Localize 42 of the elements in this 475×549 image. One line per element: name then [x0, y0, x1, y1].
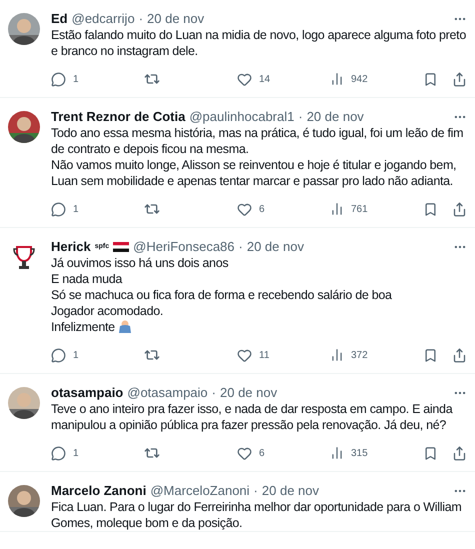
author-name: Marcelo Zanoni	[51, 482, 146, 499]
post-text: Fica Luan. Para o lugar do Ferreirinha melhor dar oportunidade para o William Gomes, moleque bom e da posição.	[51, 499, 462, 531]
post-date[interactable]: 20 de nov	[220, 384, 278, 401]
post-date[interactable]: 20 de nov	[306, 108, 364, 125]
author-name: Herick	[51, 238, 91, 255]
view-count: 761	[351, 204, 368, 214]
author-handle[interactable]: @MarceloZanoni	[150, 482, 250, 499]
post-text: Jogador acomodado.	[51, 303, 164, 319]
post-text: Estão falando muito do Luan na midia de novo, logo aparece alguma foto preto e branco no instagram dele.	[51, 27, 467, 59]
separator-dot: ·	[138, 10, 144, 27]
post-date[interactable]: 20 de nov	[246, 238, 304, 255]
author-handle[interactable]: @paulinhocabral1	[189, 108, 294, 125]
separator-dot: ·	[298, 108, 303, 125]
post-text: E nada muda	[51, 271, 124, 287]
post-text: Não vamos muito longe, Alisson se reinventou e hoje é titular e jogando bem, Luan sem mobilidade e apenas tentar marcar e passar pro lado não adianta.	[51, 157, 458, 189]
view-count: 372	[351, 350, 368, 360]
like-count: 14	[259, 74, 270, 84]
author-handle[interactable]: @edcarrijo	[72, 10, 135, 27]
reply-count: 1	[73, 74, 79, 84]
separator-dot: ·	[238, 238, 243, 255]
like-count: 6	[259, 448, 265, 458]
post-text: Só se machuca ou fica fora de forma e recebendo salário de boa	[51, 287, 393, 303]
author-name: Trent Reznor de Cotia	[51, 108, 186, 125]
author-name: otasampaio	[51, 384, 124, 401]
author-handle[interactable]: @otasampaio	[127, 384, 208, 401]
post-date[interactable]: 20 de nov	[262, 482, 319, 499]
post-text: Teve o ano inteiro pra fazer isso, e nada de dar resposta em campo. E ainda manipulou a opinião pública pra fazer pressão pela renovação. Já deu, né?	[51, 401, 454, 433]
like-count: 6	[259, 204, 265, 214]
post-text: Infelizmente	[51, 319, 467, 335]
view-count: 942	[351, 74, 368, 84]
reply-count: 1	[73, 350, 79, 360]
like-count: 11	[259, 350, 270, 360]
post-date[interactable]: 20 de nov	[147, 10, 204, 27]
view-count: 315	[351, 448, 368, 458]
reply-count: 1	[73, 204, 79, 214]
post-text: Já ouvimos isso há uns dois anos	[51, 255, 230, 271]
post-text: Todo ano essa mesma história, mas na prática, é tudo igual, foi um leão de fim de contrato e depois ficou na mesma.	[51, 125, 464, 157]
separator-dot: ·	[212, 384, 216, 401]
author-name: Ed	[51, 10, 68, 27]
author-handle[interactable]: @HeriFonseca86	[133, 238, 235, 255]
reply-count: 1	[73, 448, 79, 458]
separator-dot: ·	[254, 482, 258, 499]
